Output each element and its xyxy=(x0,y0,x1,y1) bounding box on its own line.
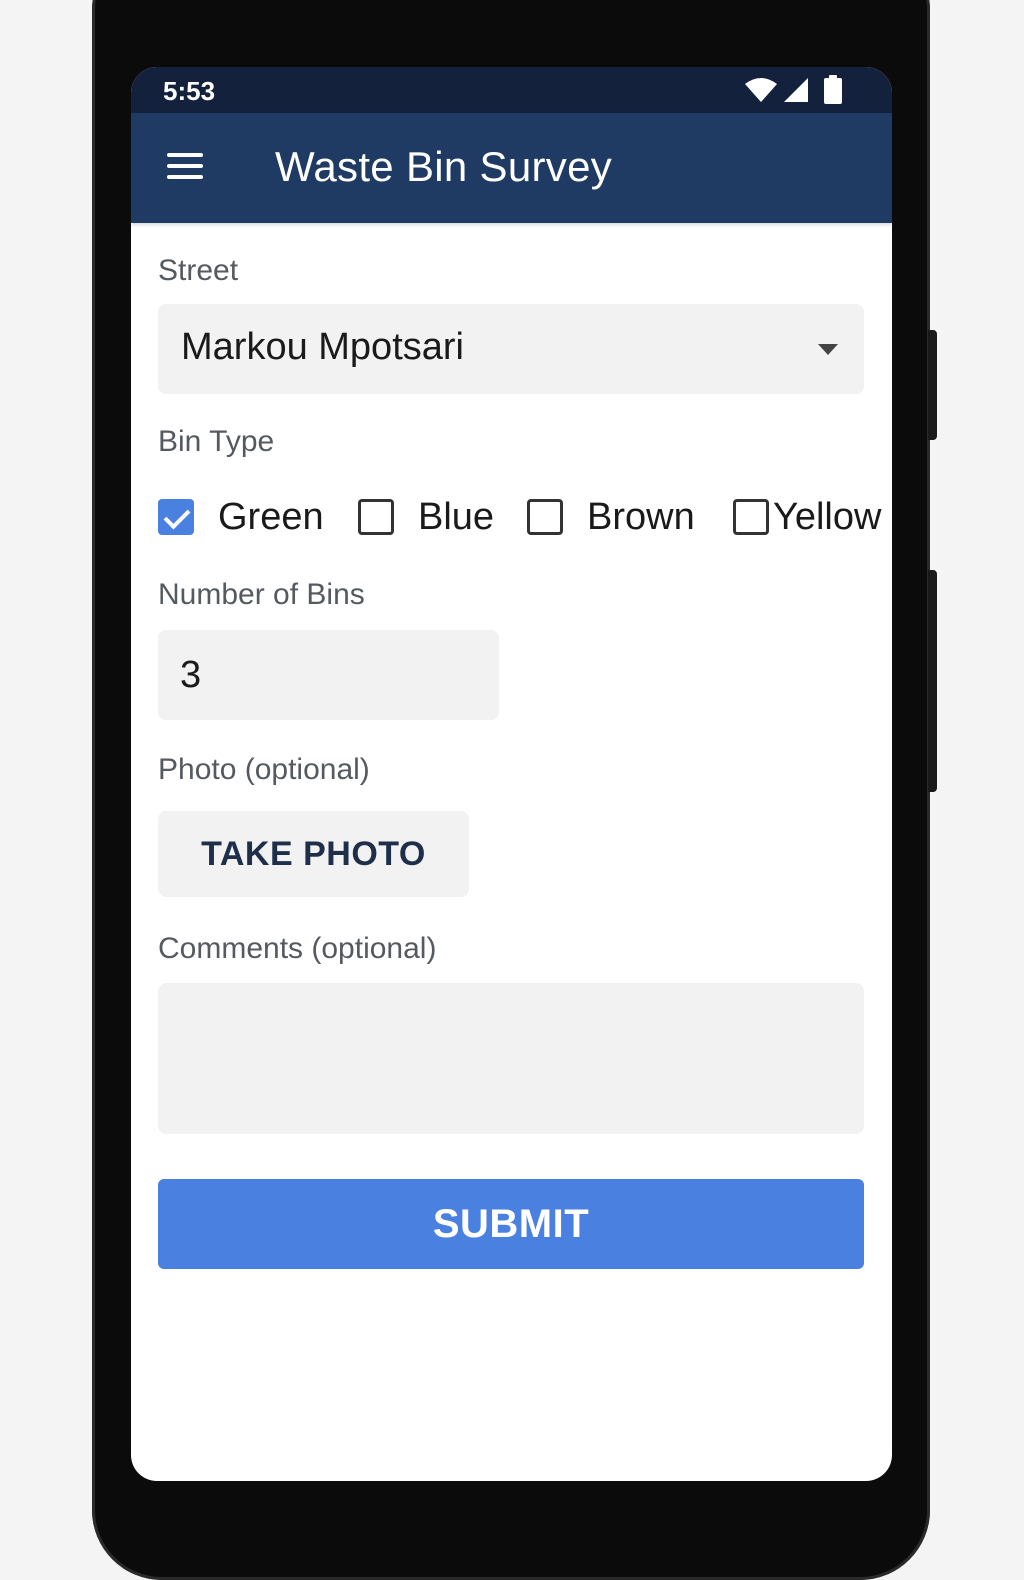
number-of-bins-input[interactable]: 3 xyxy=(158,630,499,720)
street-select-value: Markou Mpotsari xyxy=(181,326,464,368)
status-time: 5:53 xyxy=(163,76,216,106)
chevron-down-icon xyxy=(818,344,838,355)
photo-label: Photo (optional) xyxy=(158,753,370,786)
status-bar: 5:53 xyxy=(131,67,892,113)
signal-icon xyxy=(784,78,808,102)
wifi-icon xyxy=(745,78,777,102)
bin-type-option-brown[interactable]: Brown xyxy=(527,495,695,539)
status-icons xyxy=(744,75,844,105)
comments-textarea[interactable] xyxy=(158,983,864,1134)
screen: 5:53 Waste Bin Survey Street Markou Mpot… xyxy=(131,67,892,1481)
comments-label: Comments (optional) xyxy=(158,932,437,965)
bin-type-option-label: Yellow xyxy=(773,495,882,538)
bin-type-option-label: Green xyxy=(218,495,324,538)
number-of-bins-label: Number of Bins xyxy=(158,578,365,611)
page-title: Waste Bin Survey xyxy=(275,143,613,190)
street-label: Street xyxy=(158,254,239,287)
street-select[interactable]: Markou Mpotsari xyxy=(158,304,864,394)
submit-button[interactable]: SUBMIT xyxy=(158,1179,864,1269)
bin-type-option-blue[interactable]: Blue xyxy=(358,495,494,539)
menu-icon[interactable] xyxy=(167,153,203,183)
bin-type-options: Green Blue Brown Yellow xyxy=(158,495,888,539)
checkbox-checked-icon[interactable] xyxy=(158,499,194,535)
take-photo-button[interactable]: TAKE PHOTO xyxy=(158,811,469,897)
checkbox-unchecked-icon[interactable] xyxy=(358,499,394,535)
app-bar: Waste Bin Survey xyxy=(131,113,892,223)
bin-type-option-label: Blue xyxy=(418,495,495,538)
side-button-volume xyxy=(928,570,937,792)
battery-icon xyxy=(824,75,842,104)
bin-type-option-green[interactable]: Green xyxy=(158,495,324,539)
side-button-power xyxy=(928,330,937,440)
bin-type-option-label: Brown xyxy=(587,495,695,538)
checkbox-unchecked-icon[interactable] xyxy=(527,499,563,535)
bin-type-option-yellow[interactable]: Yellow xyxy=(733,495,881,539)
checkbox-unchecked-icon[interactable] xyxy=(733,499,769,535)
number-of-bins-value: 3 xyxy=(180,654,202,696)
bin-type-label: Bin Type xyxy=(158,425,275,458)
